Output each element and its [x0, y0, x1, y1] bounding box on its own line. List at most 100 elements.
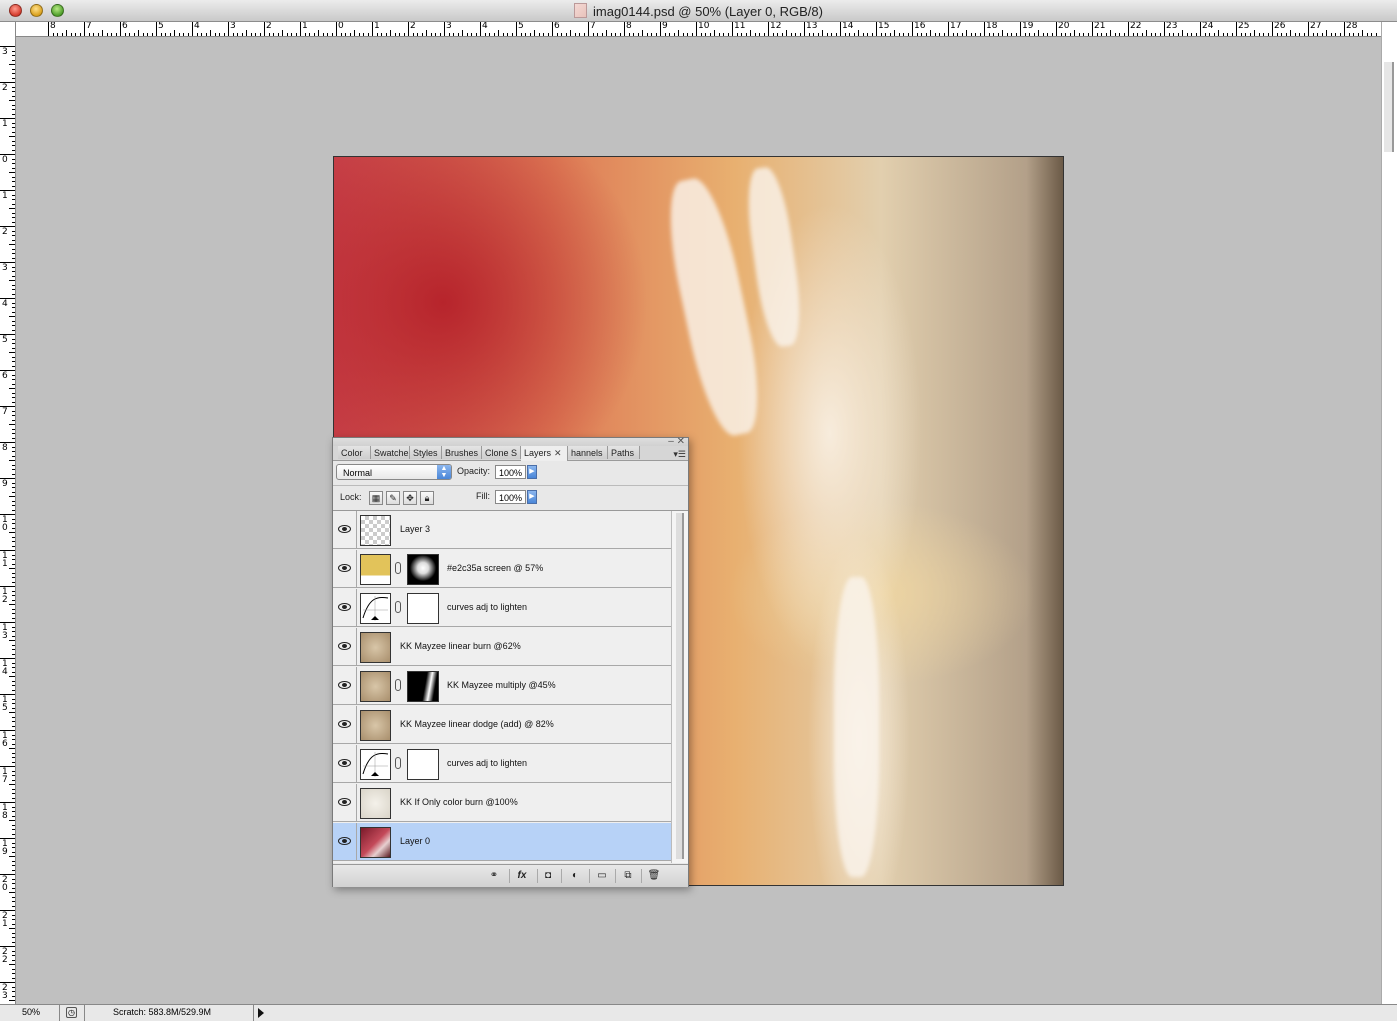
- ruler-tick: [12, 788, 15, 790]
- tab-layers[interactable]: Layers ✕: [521, 446, 568, 461]
- ruler-label: 16: [2, 731, 8, 749]
- opacity-slider-button[interactable]: ▶: [527, 465, 537, 479]
- layer-mask-thumbnail[interactable]: [407, 554, 439, 585]
- layer-name[interactable]: KK Mayzee linear burn @62%: [400, 641, 521, 651]
- layer-thumbnail[interactable]: [360, 671, 391, 702]
- layer-name[interactable]: KK Mayzee multiply @45%: [447, 680, 556, 690]
- layer-row[interactable]: Layer 3: [333, 511, 671, 549]
- layer-thumbnail[interactable]: [360, 710, 391, 741]
- layer-row[interactable]: KK Mayzee linear burn @62%: [333, 628, 671, 666]
- lock-transparency-icon[interactable]: ▦: [369, 491, 383, 505]
- layer-name[interactable]: Layer 0: [400, 836, 430, 846]
- layer-row[interactable]: curves adj to lighten: [333, 589, 671, 627]
- ruler-tick: [12, 536, 15, 538]
- layer-thumbnail[interactable]: [360, 632, 391, 663]
- ruler-tick: [574, 33, 576, 36]
- visibility-toggle[interactable]: [333, 745, 357, 783]
- ruler-tick: [12, 289, 15, 290]
- panel-menu-icon[interactable]: ▾☰: [673, 449, 686, 460]
- ruler-tick: [309, 33, 310, 36]
- layer-row-selected[interactable]: Layer 0: [333, 823, 671, 861]
- link-chain-icon[interactable]: [395, 757, 401, 769]
- horizontal-ruler[interactable]: 8 7 6 5 4 3 2 1 0 1 2 3 4 5 6 7 8 9 10 11 12 13 14 15 16 17 18 19 20…: [16, 22, 1381, 37]
- visibility-toggle[interactable]: [333, 823, 357, 861]
- layers-scrollbar[interactable]: [671, 511, 688, 863]
- layer-mask-thumbnail[interactable]: [407, 593, 439, 624]
- ruler-label: 3: [2, 263, 8, 273]
- ruler-tick: [12, 995, 15, 997]
- visibility-toggle[interactable]: [333, 784, 357, 822]
- ruler-tick: [9, 172, 15, 173]
- curves-icon[interactable]: [360, 749, 391, 780]
- new-layer-icon[interactable]: ⧉: [619, 869, 642, 883]
- lock-all-icon[interactable]: 🔒︎: [420, 491, 434, 505]
- layer-mask-thumbnail[interactable]: [407, 671, 439, 702]
- fill-field[interactable]: 100%: [495, 490, 526, 504]
- tab-styles[interactable]: Styles: [410, 446, 442, 459]
- link-chain-icon[interactable]: [395, 601, 401, 613]
- lock-pixels-icon[interactable]: ✎: [386, 491, 400, 505]
- visibility-toggle[interactable]: [333, 706, 357, 744]
- tab-close-icon[interactable]: ✕: [554, 448, 562, 458]
- add-mask-icon[interactable]: ◘: [539, 869, 562, 883]
- link-chain-icon[interactable]: [395, 562, 401, 574]
- ruler-tick: [12, 860, 15, 862]
- fill-layer-thumbnail[interactable]: [360, 554, 391, 585]
- layer-name[interactable]: #e2c35a screen @ 57%: [447, 563, 543, 573]
- vertical-ruler[interactable]: 3 2 1 0 1 2 3 4 5 6 7 8 9 10 11 12 13 14 15 16 17 18 19 20 21 22 2…: [0, 36, 16, 1004]
- status-menu-arrow-icon[interactable]: [258, 1008, 264, 1018]
- visibility-toggle[interactable]: [333, 589, 357, 627]
- tab-channels[interactable]: hannels: [568, 446, 608, 459]
- layer-name[interactable]: curves adj to lighten: [447, 758, 527, 768]
- layer-thumbnail[interactable]: [360, 515, 391, 546]
- tab-brushes[interactable]: Brushes: [442, 446, 482, 459]
- visibility-toggle[interactable]: [333, 511, 357, 549]
- folder-icon[interactable]: ▭: [593, 869, 616, 883]
- ruler-tick: [12, 91, 15, 92]
- layer-row[interactable]: KK If Only color burn @100%: [333, 784, 671, 822]
- layer-row[interactable]: KK Mayzee linear dodge (add) @ 82%: [333, 706, 671, 744]
- zoom-field[interactable]: 50%: [0, 1005, 60, 1021]
- blend-mode-select[interactable]: Normal ▲ ▼: [336, 464, 452, 480]
- visibility-toggle[interactable]: [333, 628, 357, 666]
- adjustment-layer-icon[interactable]: ◐: [565, 869, 590, 883]
- visibility-toggle[interactable]: [333, 550, 357, 588]
- layer-mask-thumbnail[interactable]: [407, 749, 439, 780]
- tab-clone-source[interactable]: Clone S: [482, 446, 521, 459]
- tab-color[interactable]: Color: [338, 446, 371, 459]
- ruler-tick: [894, 30, 895, 36]
- layers-scroll-thumb[interactable]: [676, 513, 684, 859]
- trash-icon[interactable]: 🗑︎: [645, 869, 667, 883]
- scroll-thumb[interactable]: [1384, 62, 1394, 152]
- layer-name[interactable]: KK Mayzee linear dodge (add) @ 82%: [400, 719, 554, 729]
- opacity-field[interactable]: 100%: [495, 465, 526, 479]
- fx-button[interactable]: fx: [511, 869, 538, 883]
- ruler-tick: [12, 419, 15, 421]
- vertical-scrollbar[interactable]: [1381, 22, 1397, 1004]
- visibility-toggle[interactable]: [333, 667, 357, 705]
- ruler-tick: [367, 33, 369, 36]
- layer-thumbnail[interactable]: [360, 788, 391, 819]
- layer-row[interactable]: curves adj to lighten: [333, 745, 671, 783]
- layer-row[interactable]: KK Mayzee multiply @45%: [333, 667, 671, 705]
- layer-name[interactable]: curves adj to lighten: [447, 602, 527, 612]
- curves-icon[interactable]: [360, 593, 391, 624]
- ruler-tick: [1308, 22, 1309, 36]
- ruler-tick: [619, 33, 621, 36]
- lock-position-icon[interactable]: ✥: [403, 491, 417, 505]
- document-status-icon[interactable]: ◷: [66, 1007, 77, 1018]
- link-chain-icon[interactable]: [395, 679, 401, 691]
- layers-panel: – ✕ Color Swatche Styles Brushes Clone S…: [332, 436, 689, 887]
- link-layers-icon[interactable]: ⚭: [483, 869, 510, 883]
- ruler-tick: [1186, 33, 1188, 36]
- layer-row[interactable]: #e2c35a screen @ 57%: [333, 550, 671, 588]
- layer-name[interactable]: Layer 3: [400, 524, 430, 534]
- layer-name[interactable]: KK If Only color burn @100%: [400, 797, 518, 807]
- tab-swatches[interactable]: Swatche: [371, 446, 410, 459]
- tab-paths[interactable]: Paths: [608, 446, 640, 459]
- ruler-tick: [304, 33, 306, 36]
- layer-thumbnail[interactable]: [360, 827, 391, 858]
- ruler-origin[interactable]: [0, 22, 16, 37]
- fill-slider-button[interactable]: ▶: [527, 490, 537, 504]
- ruler-tick: [12, 221, 15, 223]
